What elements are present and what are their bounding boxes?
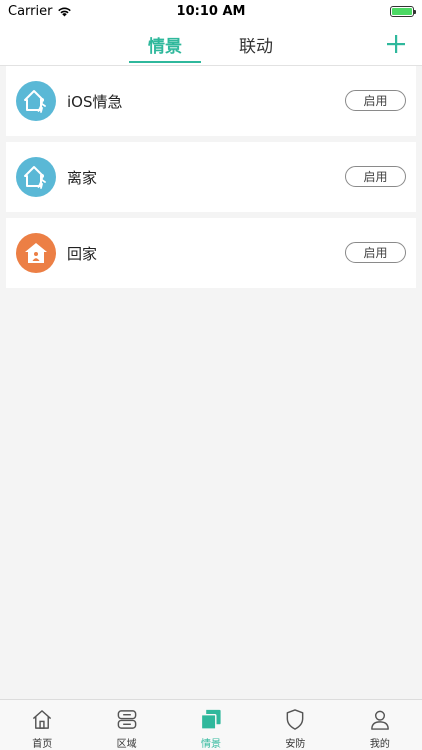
wifi-icon xyxy=(58,7,72,16)
shield-icon xyxy=(287,709,304,730)
scene-name: 离家 xyxy=(67,168,98,187)
tab-bar-item-home[interactable]: 首页 xyxy=(0,700,84,750)
scene-card-leave-home[interactable]: 离家 启用 xyxy=(6,142,416,212)
scene-icon xyxy=(200,709,221,730)
home-icon xyxy=(33,710,52,729)
status-right xyxy=(390,5,416,17)
carrier-label: Carrier xyxy=(8,3,53,19)
leave-home-icon xyxy=(24,166,46,189)
tab-bar-label: 首页 xyxy=(32,739,53,750)
tab-bar-item-area[interactable]: 区域 xyxy=(84,700,168,750)
scene-icon-wrap xyxy=(16,233,56,273)
scene-list: iOS情急 启用 离家 启用 回家 启用 xyxy=(6,66,416,288)
status-left: Carrier xyxy=(8,4,72,19)
user-icon xyxy=(370,710,389,730)
status-bar: Carrier 10:10 AM xyxy=(0,0,422,22)
leave-home-icon xyxy=(24,90,46,113)
enable-button[interactable]: 启用 xyxy=(345,242,406,263)
battery-level xyxy=(392,7,412,15)
scene-card-ios-emergency[interactable]: iOS情急 启用 xyxy=(6,66,416,136)
tab-bar-label: 情景 xyxy=(201,739,222,750)
tab-bar-item-scene[interactable]: 情景 xyxy=(169,700,253,750)
scene-card-come-home[interactable]: 回家 启用 xyxy=(6,218,416,288)
tab-scenes[interactable]: 情景 xyxy=(129,22,201,66)
tab-bar-label: 我的 xyxy=(369,739,390,750)
tab-bar-item-mine[interactable]: 我的 xyxy=(338,700,422,750)
come-home-icon xyxy=(25,243,47,263)
tab-bar-label: 安防 xyxy=(285,739,306,750)
tab-bar-label: 区域 xyxy=(116,739,137,750)
enable-button[interactable]: 启用 xyxy=(345,166,406,187)
scene-icon-wrap xyxy=(16,157,56,197)
bottom-tab-bar: 首页 区域 情景 安防 我的 xyxy=(0,699,422,750)
add-scene-button[interactable] xyxy=(380,28,412,60)
plus-icon xyxy=(387,35,405,53)
tab-bar-item-security[interactable]: 安防 xyxy=(253,700,337,750)
scene-name: iOS情急 xyxy=(67,92,123,111)
area-icon xyxy=(117,710,136,729)
scene-icon-wrap xyxy=(16,81,56,121)
active-tab-indicator xyxy=(129,61,201,63)
tab-linkage[interactable]: 联动 xyxy=(220,22,292,66)
enable-button[interactable]: 启用 xyxy=(345,90,406,111)
nav-bar: 情景 联动 xyxy=(0,22,422,66)
scene-name: 回家 xyxy=(67,244,98,263)
battery-icon xyxy=(390,5,416,17)
